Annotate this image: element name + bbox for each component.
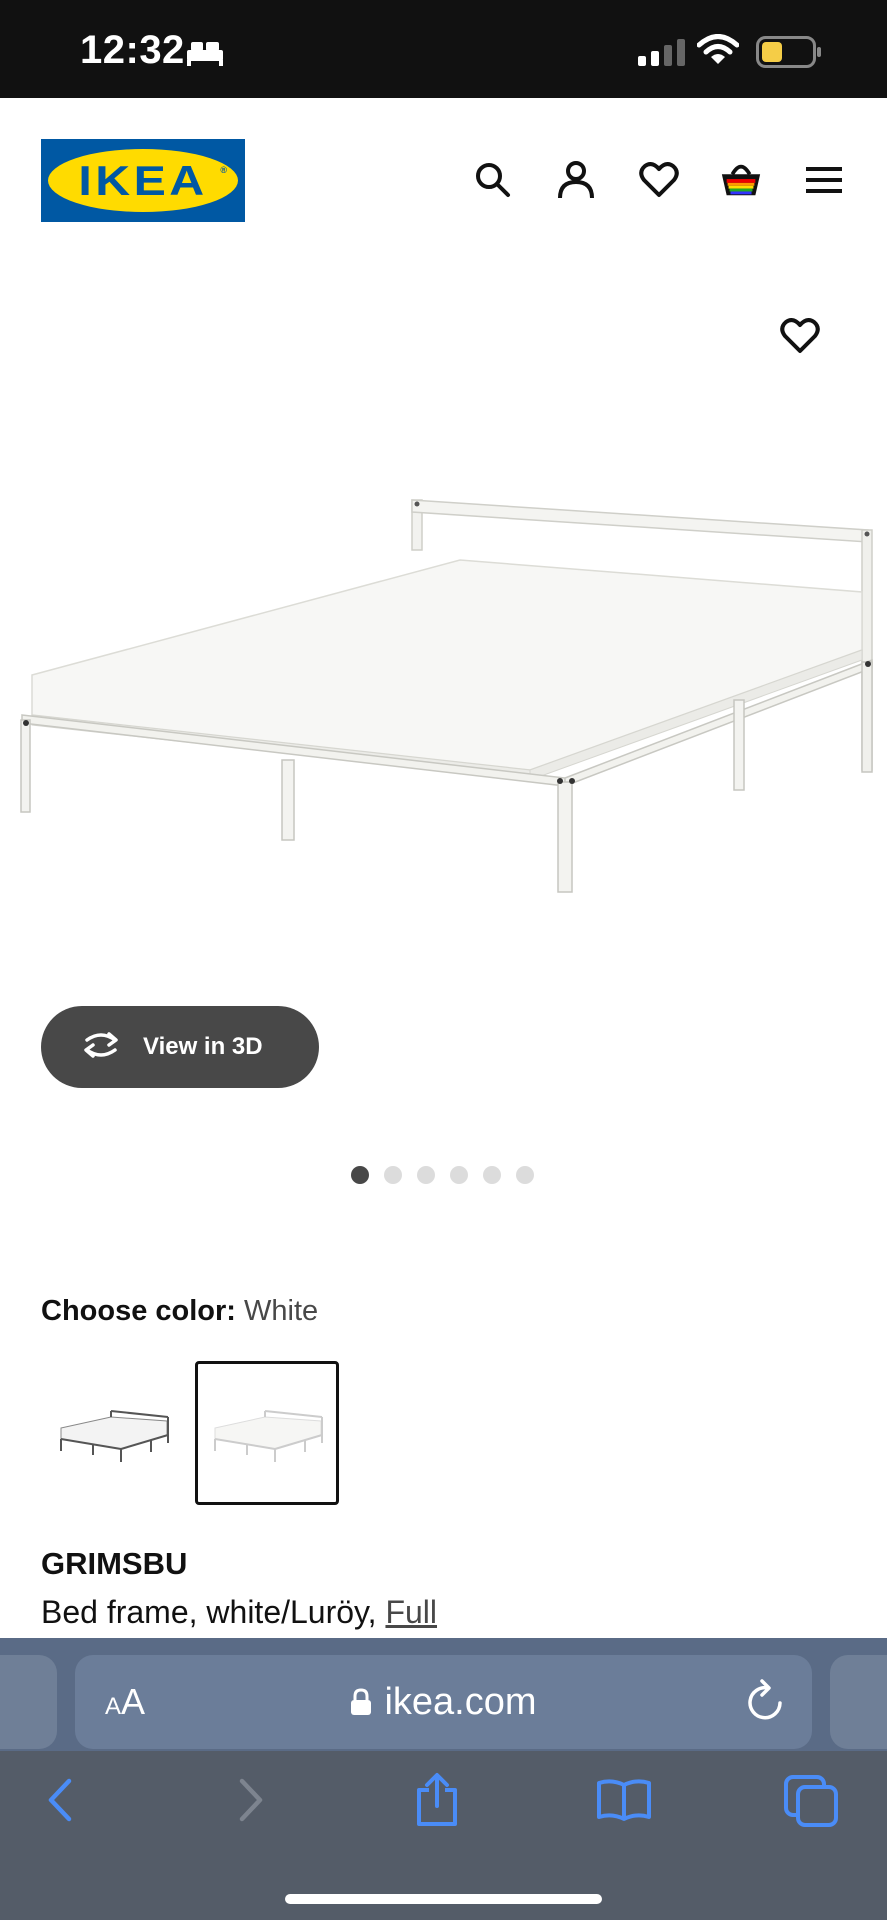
registered-mark-icon: ®: [220, 165, 227, 175]
next-tab-peek[interactable]: [830, 1655, 887, 1749]
cellular-signal-icon: [638, 38, 686, 71]
tabs-icon[interactable]: [781, 1770, 841, 1830]
product-name: GRIMSBU: [41, 1546, 188, 1581]
shopping-bag-icon[interactable]: [719, 158, 763, 202]
battery-icon: [756, 36, 822, 73]
bookmarks-icon[interactable]: [594, 1770, 654, 1830]
wifi-icon: [696, 34, 740, 71]
share-icon[interactable]: [407, 1770, 467, 1830]
product-description: Bed frame, white/Luröy, Full: [41, 1594, 437, 1631]
pagination-dot[interactable]: [417, 1166, 435, 1184]
pagination-dot[interactable]: [384, 1166, 402, 1184]
product-image[interactable]: [10, 480, 877, 910]
menu-icon[interactable]: [802, 158, 846, 202]
color-swatch-dark-gray[interactable]: [41, 1361, 185, 1505]
search-icon[interactable]: [471, 158, 515, 202]
ikea-logo[interactable]: IKEA ®: [41, 139, 245, 222]
sleep-focus-icon: [186, 38, 224, 71]
favorites-icon[interactable]: [637, 158, 681, 202]
pagination-dot[interactable]: [516, 1166, 534, 1184]
view-in-3d-button[interactable]: View in 3D: [41, 1006, 319, 1088]
reload-icon[interactable]: [746, 1679, 786, 1728]
status-time: 12:32: [80, 28, 185, 72]
address-field[interactable]: AA ikea.com: [75, 1655, 812, 1749]
color-swatch-white[interactable]: [195, 1361, 339, 1505]
lock-icon: [350, 1683, 372, 1726]
view-in-3d-label: View in 3D: [143, 1033, 263, 1060]
account-icon[interactable]: [554, 158, 598, 202]
home-indicator[interactable]: [285, 1894, 602, 1904]
choose-color: Choose color: White: [41, 1295, 318, 1328]
forward-icon[interactable]: [221, 1770, 281, 1830]
status-bar: 12:32: [0, 0, 887, 98]
choose-color-label: Choose color:: [41, 1295, 236, 1327]
url-display: ikea.com: [75, 1655, 812, 1749]
pagination-dot[interactable]: [450, 1166, 468, 1184]
choose-color-value: White: [244, 1295, 319, 1327]
pagination-dot[interactable]: [483, 1166, 501, 1184]
size-link[interactable]: Full: [385, 1594, 437, 1630]
url-text: ikea.com: [384, 1680, 537, 1723]
product-description-text: Bed frame, white/Luröy,: [41, 1594, 386, 1630]
back-icon[interactable]: [30, 1770, 90, 1830]
rotate-3d-icon: [79, 1030, 123, 1065]
previous-tab-peek[interactable]: [0, 1655, 57, 1749]
address-bar-area: AA ikea.com: [0, 1638, 887, 1751]
pagination-dot[interactable]: [351, 1166, 369, 1184]
logo-text: IKEA: [78, 156, 208, 204]
image-pagination: [351, 1166, 534, 1184]
save-to-favorites-icon[interactable]: [780, 318, 828, 360]
